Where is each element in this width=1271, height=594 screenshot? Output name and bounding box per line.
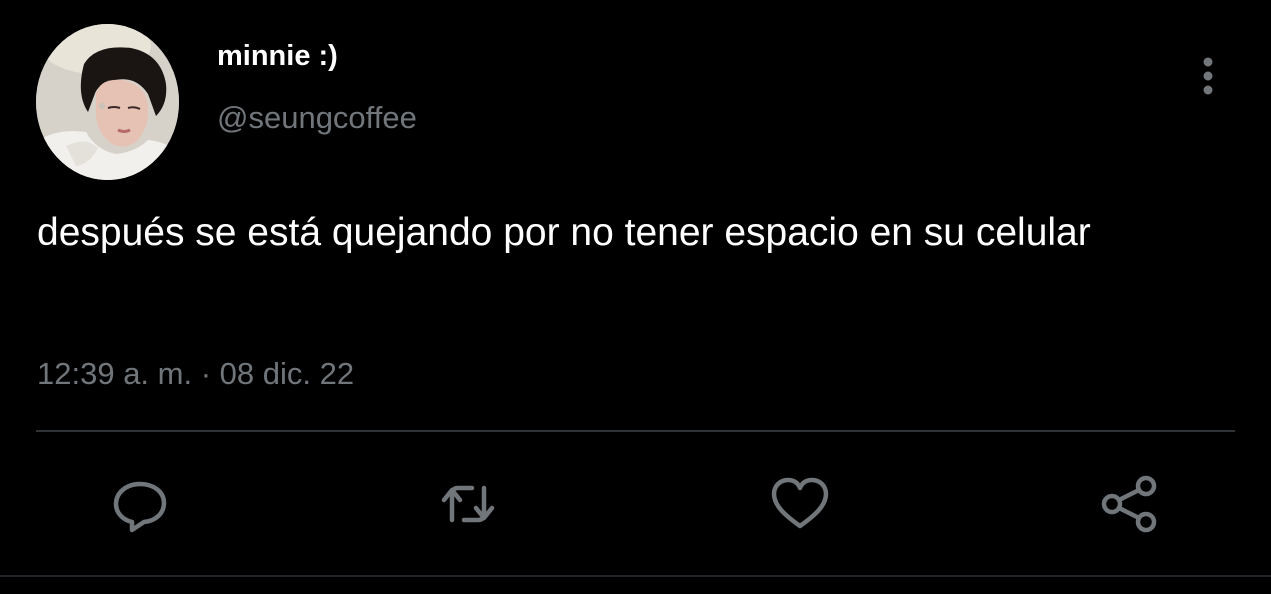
share-icon bbox=[1098, 472, 1162, 536]
share-button[interactable] bbox=[1098, 472, 1162, 536]
tweet-timestamp[interactable]: 12:39 a. m. · 08 dic. 22 bbox=[37, 356, 354, 392]
reply-button[interactable] bbox=[108, 472, 172, 536]
more-options-button[interactable] bbox=[1194, 56, 1222, 96]
like-button[interactable] bbox=[768, 472, 832, 536]
retweet-button[interactable] bbox=[436, 472, 500, 536]
tweet-text: después se está quejando por no tener es… bbox=[37, 211, 1091, 254]
avatar[interactable] bbox=[36, 24, 179, 180]
more-vertical-icon bbox=[1194, 56, 1222, 96]
divider bbox=[36, 430, 1235, 432]
author-handle[interactable]: @seungcoffee bbox=[217, 100, 417, 136]
heart-icon bbox=[768, 472, 832, 536]
author-display-name[interactable]: minnie :) bbox=[217, 40, 338, 73]
reply-icon bbox=[108, 472, 172, 536]
retweet-icon bbox=[436, 472, 500, 536]
bottom-divider bbox=[0, 575, 1271, 577]
